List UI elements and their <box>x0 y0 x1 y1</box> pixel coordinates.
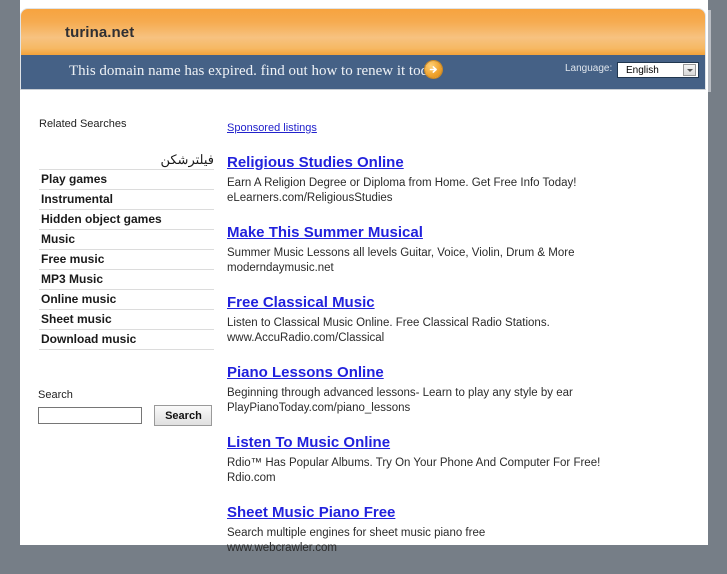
ad-title-link[interactable]: Make This Summer Musical <box>227 224 423 242</box>
sponsored-ad: Free Classical Music Listen to Classical … <box>227 294 657 346</box>
list-item: Play games <box>39 170 214 190</box>
page-edge-shadow <box>708 10 711 92</box>
ad-title-link[interactable]: Religious Studies Online <box>227 154 404 172</box>
related-search-link[interactable]: MP3 Music <box>39 270 214 289</box>
list-item: Sheet music <box>39 310 214 330</box>
related-search-link[interactable]: Play games <box>39 170 214 189</box>
language-label: Language: <box>565 63 613 74</box>
sponsored-ad: Religious Studies Online Earn A Religion … <box>227 154 657 206</box>
related-search-link[interactable]: Hidden object games <box>39 210 214 229</box>
list-item: فیلترشکن <box>39 151 214 170</box>
ad-description: Earn A Religion Degree or Diploma from H… <box>227 177 577 189</box>
chevron-down-icon[interactable] <box>683 64 696 76</box>
list-item: Music <box>39 230 214 250</box>
search-label: Search <box>38 389 73 401</box>
ad-description: Search multiple engines for sheet music … <box>227 527 486 539</box>
related-search-link[interactable]: فیلترشکن <box>39 151 214 169</box>
ad-url: eLearners.com/ReligiousStudies <box>227 192 393 204</box>
sponsored-ad: Make This Summer Musical Summer Music Les… <box>227 224 657 276</box>
expiry-message: This domain name has expired. find out h… <box>69 63 443 79</box>
ad-description: Summer Music Lessons all levels Guitar, … <box>227 247 575 259</box>
ad-url: www.AccuRadio.com/Classical <box>227 332 385 344</box>
ad-title-link[interactable]: Free Classical Music <box>227 294 375 312</box>
ad-url: www.webcrawler.com <box>227 542 337 554</box>
search-area: Search Search <box>38 389 238 426</box>
site-banner: turina.net <box>20 8 706 55</box>
ad-description: Rdio™ Has Popular Albums. Try On Your Ph… <box>227 457 601 469</box>
related-searches-list: فیلترشکن Play games Instrumental Hidden obj… <box>39 151 214 350</box>
language-selected-value: English <box>626 65 659 76</box>
related-search-link[interactable]: Online music <box>39 290 214 309</box>
related-search-link[interactable]: Music <box>39 230 214 249</box>
list-item: Instrumental <box>39 190 214 210</box>
ad-title-link[interactable]: Sheet Music Piano Free <box>227 504 395 522</box>
related-search-link[interactable]: Sheet music <box>39 310 214 329</box>
ad-title-link[interactable]: Listen To Music Online <box>227 434 390 452</box>
related-search-link[interactable]: Download music <box>39 330 214 349</box>
related-searches-heading: Related Searches <box>39 118 127 130</box>
ads-container: Religious Studies Online Earn A Religion … <box>227 154 657 556</box>
circle-arrow-right-icon[interactable] <box>425 61 442 78</box>
domain-title: turina.net <box>65 24 135 41</box>
search-button[interactable]: Search <box>154 405 213 426</box>
list-item: MP3 Music <box>39 270 214 290</box>
list-item: Free music <box>39 250 214 270</box>
list-item: Online music <box>39 290 214 310</box>
related-search-link[interactable]: Instrumental <box>39 190 214 209</box>
ad-url: Rdio.com <box>227 472 276 484</box>
ad-description: Beginning through advanced lessons- Lear… <box>227 387 573 399</box>
list-item: Hidden object games <box>39 210 214 230</box>
ad-url: moderndaymusic.net <box>227 262 334 274</box>
sponsored-listings: Sponsored listings Religious Studies Onl… <box>227 118 657 574</box>
ad-url: PlayPianoToday.com/piano_lessons <box>227 402 411 414</box>
ad-description: Listen to Classical Music Online. Free C… <box>227 317 550 329</box>
language-select[interactable]: English <box>617 62 699 78</box>
sponsored-listings-link[interactable]: Sponsored listings <box>227 122 317 134</box>
related-search-link[interactable]: Free music <box>39 250 214 269</box>
sponsored-ad: Piano Lessons Online Beginning through ad… <box>227 364 657 416</box>
sponsored-ad: Sheet Music Piano Free Search multiple en… <box>227 504 657 556</box>
list-item: Download music <box>39 330 214 350</box>
sponsored-ad: Listen To Music Online Rdio™ Has Popular … <box>227 434 657 486</box>
ad-title-link[interactable]: Piano Lessons Online <box>227 364 384 382</box>
search-input[interactable] <box>38 407 142 424</box>
related-searches-sidebar: Related Searches فیلترشکن Play games Instr… <box>39 118 214 350</box>
